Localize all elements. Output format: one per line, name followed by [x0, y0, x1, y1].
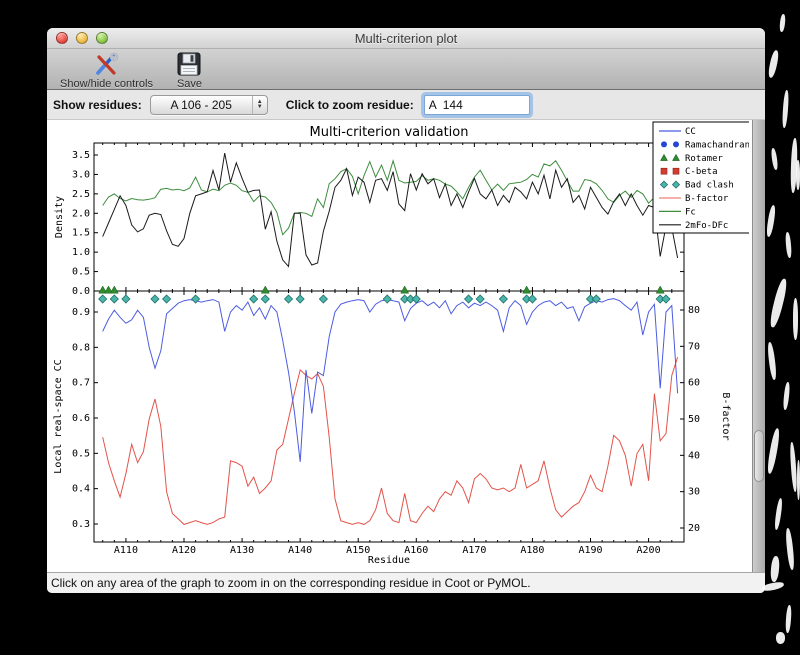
svg-text:3.5: 3.5 [72, 150, 90, 161]
svg-text:2.5: 2.5 [72, 189, 90, 200]
svg-text:30: 30 [688, 487, 700, 498]
residue-range-value: A 106 - 205 [170, 97, 232, 112]
zoom-residue-input[interactable] [423, 94, 530, 115]
svg-text:40: 40 [688, 450, 700, 461]
svg-text:Bad clash: Bad clash [685, 181, 734, 191]
svg-text:50: 50 [688, 414, 700, 425]
svg-text:A150: A150 [346, 545, 370, 556]
svg-text:B-factor: B-factor [685, 194, 729, 204]
svg-text:80: 80 [688, 305, 700, 316]
show-hide-controls-button[interactable]: Show/hide controls [57, 51, 156, 91]
stepper-arrows-icon[interactable]: ▲ ▼ [251, 95, 267, 114]
status-bar: Click on any area of the graph to zoom i… [47, 572, 765, 593]
svg-text:A180: A180 [520, 545, 544, 556]
window-title: Multi-criterion plot [354, 30, 458, 46]
multi-criterion-plot[interactable]: A110 A120 A130 A140 A150 A160 A170 A180 A190 A200… [47, 120, 749, 572]
svg-text:0.3: 0.3 [72, 519, 90, 530]
zoom-residue-label: Click to zoom residue: [285, 97, 414, 112]
status-message: Click on any area of the graph to zoom i… [51, 576, 531, 590]
svg-text:1.0: 1.0 [72, 247, 90, 258]
svg-text:C-beta: C-beta [685, 167, 718, 177]
svg-text:Rotamer: Rotamer [685, 154, 724, 164]
svg-text:CC: CC [685, 127, 696, 137]
svg-text:3.0: 3.0 [72, 169, 90, 180]
show-hide-controls-label: Show/hide controls [60, 78, 153, 90]
svg-text:0.6: 0.6 [72, 413, 90, 424]
tools-icon [93, 52, 120, 77]
svg-text:2.0: 2.0 [72, 208, 90, 219]
svg-text:B-factor: B-factor [720, 392, 731, 440]
svg-text:Local real-space CC: Local real-space CC [53, 359, 64, 473]
show-residues-label: Show residues: [53, 97, 142, 112]
svg-text:20: 20 [688, 523, 700, 534]
scrollbar-thumb[interactable] [754, 430, 764, 482]
screenshot-background: { "window": { "title": "Multi-criterion … [0, 0, 800, 655]
residue-range-select[interactable]: A 106 - 205 ▲ ▼ [149, 94, 268, 115]
app-window: Multi-criterion plot Show/hide controls … [47, 28, 765, 593]
svg-text:0.0: 0.0 [72, 286, 90, 297]
svg-text:Ramachandran: Ramachandran [685, 140, 749, 150]
svg-text:70: 70 [688, 341, 700, 352]
svg-text:0.5: 0.5 [72, 448, 90, 459]
svg-text:0.7: 0.7 [72, 378, 90, 389]
svg-text:A110: A110 [114, 545, 138, 556]
save-button[interactable]: Save [174, 51, 205, 91]
controls-bar: Show residues: A 106 - 205 ▲ ▼ Click to z… [47, 90, 765, 120]
svg-text:A200: A200 [637, 545, 661, 556]
figure-area: A110 A120 A130 A140 A150 A160 A170 A180 A190 A200… [47, 120, 765, 572]
svg-text:60: 60 [688, 378, 700, 389]
floppy-disk-icon [177, 52, 201, 77]
svg-text:2mFo-DFc: 2mFo-DFc [685, 221, 728, 231]
toolbar: Show/hide controls Save [47, 49, 765, 90]
svg-text:0.4: 0.4 [72, 484, 90, 495]
svg-text:A140: A140 [288, 545, 312, 556]
svg-text:0.5: 0.5 [72, 267, 90, 278]
vertical-scrollbar[interactable] [752, 120, 765, 572]
svg-text:0.9: 0.9 [72, 307, 90, 318]
svg-text:Residue: Residue [368, 555, 410, 566]
svg-text:0.8: 0.8 [72, 342, 90, 353]
save-label: Save [176, 78, 203, 90]
svg-text:A120: A120 [172, 545, 196, 556]
svg-text:Fc: Fc [685, 207, 696, 217]
svg-text:A170: A170 [462, 545, 486, 556]
title-bar[interactable]: Multi-criterion plot [47, 28, 765, 49]
svg-text:A190: A190 [578, 545, 602, 556]
svg-text:Density: Density [54, 196, 65, 238]
svg-text:Multi-criterion validation: Multi-criterion validation [310, 125, 469, 140]
svg-text:A130: A130 [230, 545, 254, 556]
svg-text:1.5: 1.5 [72, 228, 90, 239]
